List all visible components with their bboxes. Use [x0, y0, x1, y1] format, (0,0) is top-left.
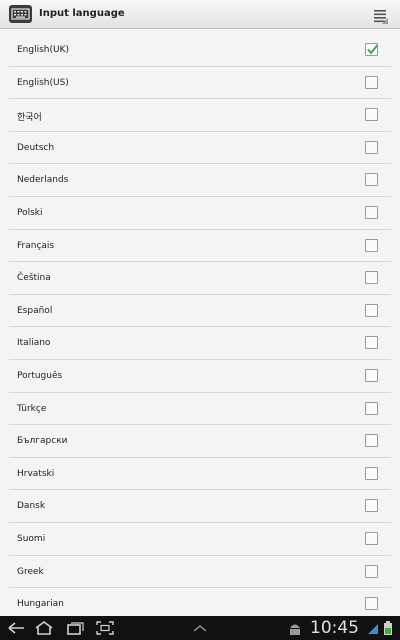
recent-apps-icon[interactable] [64, 619, 86, 637]
language-row[interactable]: Italiano [0, 327, 400, 360]
language-checkbox[interactable] [365, 499, 378, 513]
language-checkbox[interactable] [365, 271, 378, 285]
language-label: Čeština [17, 273, 51, 284]
language-checkbox[interactable] [365, 108, 378, 122]
language-checkbox[interactable] [365, 531, 378, 545]
battery-icon [384, 621, 392, 635]
language-label: Português [17, 370, 63, 381]
language-label: Français [17, 240, 55, 251]
language-label: Dansk [17, 501, 46, 512]
android-debug-icon [290, 624, 300, 635]
language-label: Suomi [17, 533, 46, 544]
clock-time: 10:45 [310, 618, 359, 638]
language-row[interactable]: Nederlands [0, 164, 400, 197]
language-checkbox[interactable] [365, 466, 378, 480]
language-row[interactable]: Hungarian [0, 588, 400, 616]
language-row[interactable]: Polski [0, 197, 400, 230]
language-checkbox[interactable] [365, 564, 378, 578]
language-row[interactable]: Hrvatski [0, 458, 400, 491]
language-row[interactable]: English(US) [0, 67, 400, 100]
back-icon[interactable] [6, 619, 28, 637]
language-row[interactable]: Français [0, 230, 400, 263]
language-label: Deutsch [17, 142, 55, 153]
language-row[interactable]: 한국어 [0, 99, 400, 132]
language-checkbox[interactable] [365, 205, 378, 219]
language-label: Polski [17, 207, 43, 218]
language-row[interactable]: Čeština [0, 262, 400, 295]
language-checkbox[interactable] [365, 368, 378, 382]
language-checkbox[interactable] [365, 43, 379, 56]
chevron-up-icon[interactable] [190, 619, 210, 637]
language-checkbox[interactable] [365, 434, 378, 448]
language-row[interactable]: Dansk [0, 490, 400, 523]
title-bar: Input language [0, 0, 400, 29]
language-row[interactable]: Español [0, 295, 400, 328]
language-label: Български [17, 436, 68, 447]
language-label: Italiano [17, 338, 51, 349]
language-checkbox[interactable] [365, 336, 378, 350]
language-row[interactable]: Suomi [0, 523, 400, 556]
language-checkbox[interactable] [365, 173, 378, 187]
language-checkbox[interactable] [365, 303, 378, 317]
language-label: English(UK) [17, 45, 70, 55]
page-title: Input language [39, 8, 125, 19]
screenshot-icon[interactable] [94, 619, 116, 637]
language-label: Español [17, 305, 53, 316]
keyboard-icon [9, 5, 32, 23]
home-icon[interactable] [33, 619, 55, 637]
menu-icon[interactable] [368, 5, 390, 25]
language-label: Türkçe [17, 403, 47, 414]
language-row[interactable]: Deutsch [0, 132, 400, 165]
language-label: Hrvatski [17, 468, 55, 479]
language-row[interactable]: Greek [0, 556, 400, 589]
language-row[interactable]: Türkçe [0, 393, 400, 426]
language-row[interactable]: English(UK) [0, 34, 400, 67]
language-row[interactable]: Português [0, 360, 400, 393]
language-label: English(US) [17, 77, 69, 88]
signal-icon [368, 624, 378, 634]
language-label: Greek [17, 566, 44, 577]
checkmark-icon [367, 44, 379, 55]
language-checkbox[interactable] [365, 597, 378, 611]
language-list: English(UK) English(US) 한국어 Deutsch Nederlan… [0, 34, 400, 616]
language-label: 한국어 [17, 113, 42, 124]
system-navigation-bar: 10:45 [0, 616, 400, 640]
language-label: Hungarian [17, 599, 64, 610]
language-checkbox[interactable] [365, 140, 378, 154]
language-row[interactable]: Български [0, 425, 400, 458]
language-checkbox[interactable] [365, 238, 378, 252]
language-label: Nederlands [17, 175, 69, 186]
language-checkbox[interactable] [365, 75, 378, 89]
language-checkbox[interactable] [365, 401, 378, 415]
